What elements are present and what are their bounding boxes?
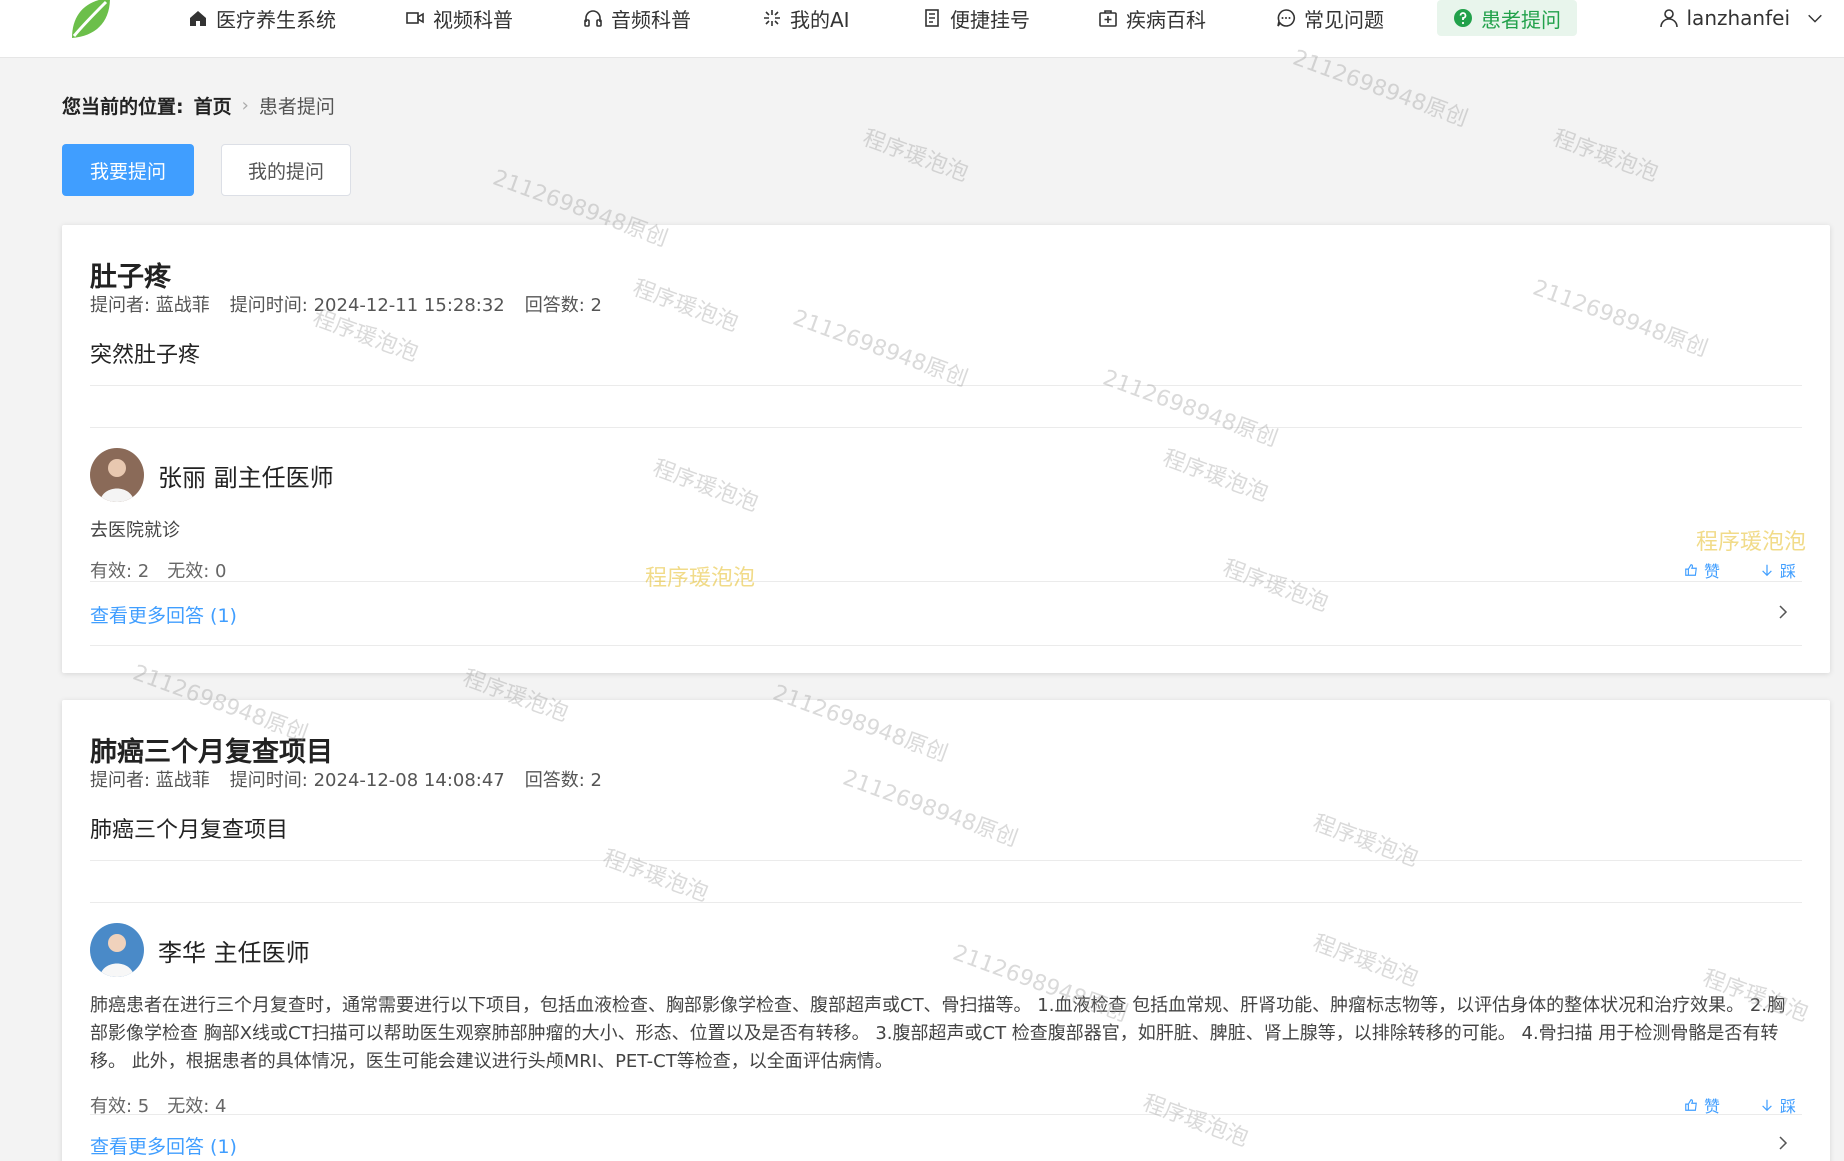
- breadcrumb-current: 患者提问: [258, 96, 335, 118]
- question-title[interactable]: 肺癌三个月复查项目: [90, 730, 333, 769]
- chat-icon: [1277, 9, 1295, 27]
- register-icon: [925, 9, 939, 27]
- arrow-down-icon: [1762, 564, 1772, 577]
- chevron-down-icon: [1808, 14, 1822, 23]
- nav-faq[interactable]: 常见问题: [1276, 0, 1384, 36]
- nav-label: 便捷挂号: [950, 7, 1030, 32]
- question-asker: 提问者: 蓝战菲: [90, 295, 210, 316]
- divider: [90, 1114, 1802, 1115]
- valid-count: 有效: 2: [90, 561, 150, 582]
- nav-label: 音频科普: [611, 7, 691, 32]
- nav-audio[interactable]: 音频科普: [583, 0, 691, 36]
- sparkle-icon: [764, 10, 780, 26]
- question-body: 肺癌三个月复查项目: [90, 818, 289, 843]
- question-body: 突然肚子疼: [90, 343, 201, 368]
- chevron-right-icon[interactable]: [1776, 1136, 1790, 1150]
- breadcrumb-home[interactable]: 首页: [194, 92, 232, 119]
- nav-label: 视频科普: [433, 7, 513, 32]
- view-more-answers-link[interactable]: 查看更多回答 (1): [90, 1132, 237, 1159]
- divider: [90, 902, 1802, 903]
- like-label: 赞: [1703, 562, 1720, 581]
- invalid-count: 无效: 0: [167, 561, 227, 582]
- question-answer-count: 回答数: 2: [524, 295, 603, 316]
- logo-icon[interactable]: [66, 0, 114, 42]
- top-navbar: 医疗养生系统 视频科普 音频科普 我的AI 便捷挂号 疾病百科 常见问题 患者提…: [0, 0, 1844, 58]
- my-questions-button[interactable]: 我的提问: [221, 144, 351, 196]
- thumbs-up-icon: [1685, 564, 1697, 576]
- divider: [90, 385, 1802, 386]
- nav-label: 常见问题: [1304, 7, 1384, 32]
- vote-buttons: 赞 踩: [1684, 558, 1796, 582]
- nav-label: 患者提问: [1481, 7, 1561, 32]
- nav-ai[interactable]: 我的AI: [762, 0, 850, 36]
- answer-text: 肺癌患者在进行三个月复查时，通常需要进行以下项目，包括血液检查、胸部影像学检查、…: [90, 995, 1786, 1072]
- answer-votes: 有效: 2 无效: 0: [90, 557, 227, 583]
- doctor-name: 张丽 副主任医师: [158, 463, 334, 492]
- doctor-avatar: [90, 448, 144, 502]
- nav-label: 我的AI: [790, 7, 850, 32]
- question-meta: 提问者: 蓝战菲 提问时间: 2024-12-08 14:08:47 回答数: …: [90, 766, 602, 792]
- watermark-text: 程序瑗泡泡: [1549, 125, 1662, 187]
- breadcrumb-prefix: 您当前的位置:: [62, 96, 184, 118]
- nav-home[interactable]: 医疗养生系统: [188, 0, 336, 36]
- home-icon: [190, 11, 206, 26]
- ask-question-button[interactable]: 我要提问: [62, 144, 194, 196]
- nav-label: 疾病百科: [1126, 7, 1206, 32]
- question-title[interactable]: 肚子疼: [90, 255, 171, 294]
- video-icon: [406, 12, 424, 24]
- doctor-avatar: [90, 923, 144, 977]
- question-time: 提问时间: 2024-12-11 15:28:32: [229, 295, 505, 316]
- doctor-name: 李华 主任医师: [158, 938, 310, 967]
- question-meta: 提问者: 蓝战菲 提问时间: 2024-12-11 15:28:32 回答数: …: [90, 291, 602, 317]
- question-card: 肚子疼 提问者: 蓝战菲 提问时间: 2024-12-11 15:28:32 回…: [62, 225, 1830, 673]
- nav-label: 医疗养生系统: [216, 7, 336, 32]
- like-button[interactable]: 赞: [1684, 558, 1720, 582]
- chevron-right-icon[interactable]: [1776, 605, 1790, 619]
- divider: [90, 645, 1802, 646]
- question-asker: 提问者: 蓝战菲: [90, 770, 210, 791]
- watermark-text: 程序瑗泡泡: [859, 125, 972, 187]
- username: lanzhanfei: [1686, 6, 1791, 30]
- headphones-icon: [584, 10, 602, 27]
- divider: [90, 860, 1802, 861]
- question-time: 提问时间: 2024-12-08 14:08:47: [229, 770, 505, 791]
- question-answer-count: 回答数: 2: [524, 770, 603, 791]
- view-more-answers-link[interactable]: 查看更多回答 (1): [90, 601, 237, 628]
- medical-kit-icon: [1099, 10, 1117, 27]
- dislike-button[interactable]: 踩: [1760, 558, 1796, 582]
- nav-disease[interactable]: 疾病百科: [1098, 0, 1206, 36]
- question-circle-icon: [1454, 9, 1472, 27]
- answer-text: 去医院就诊: [90, 520, 180, 541]
- arrow-down-icon: [1762, 1099, 1772, 1112]
- user-menu[interactable]: lanzhanfei: [1659, 0, 1825, 36]
- divider: [90, 427, 1802, 428]
- breadcrumb-separator: ›: [241, 95, 249, 116]
- dislike-label: 踩: [1779, 562, 1796, 581]
- question-card: 肺癌三个月复查项目 提问者: 蓝战菲 提问时间: 2024-12-08 14:0…: [62, 700, 1830, 1161]
- user-icon: [1659, 9, 1678, 28]
- nav-patient-questions[interactable]: 患者提问: [1437, 0, 1577, 36]
- divider: [90, 581, 1802, 582]
- doctor-info: 李华 主任医师: [90, 923, 310, 977]
- thumbs-up-icon: [1685, 1099, 1697, 1111]
- breadcrumb: 您当前的位置: 首页 › 患者提问: [62, 92, 335, 119]
- doctor-info: 张丽 副主任医师: [90, 448, 334, 502]
- nav-register[interactable]: 便捷挂号: [922, 0, 1030, 36]
- nav-video[interactable]: 视频科普: [405, 0, 513, 36]
